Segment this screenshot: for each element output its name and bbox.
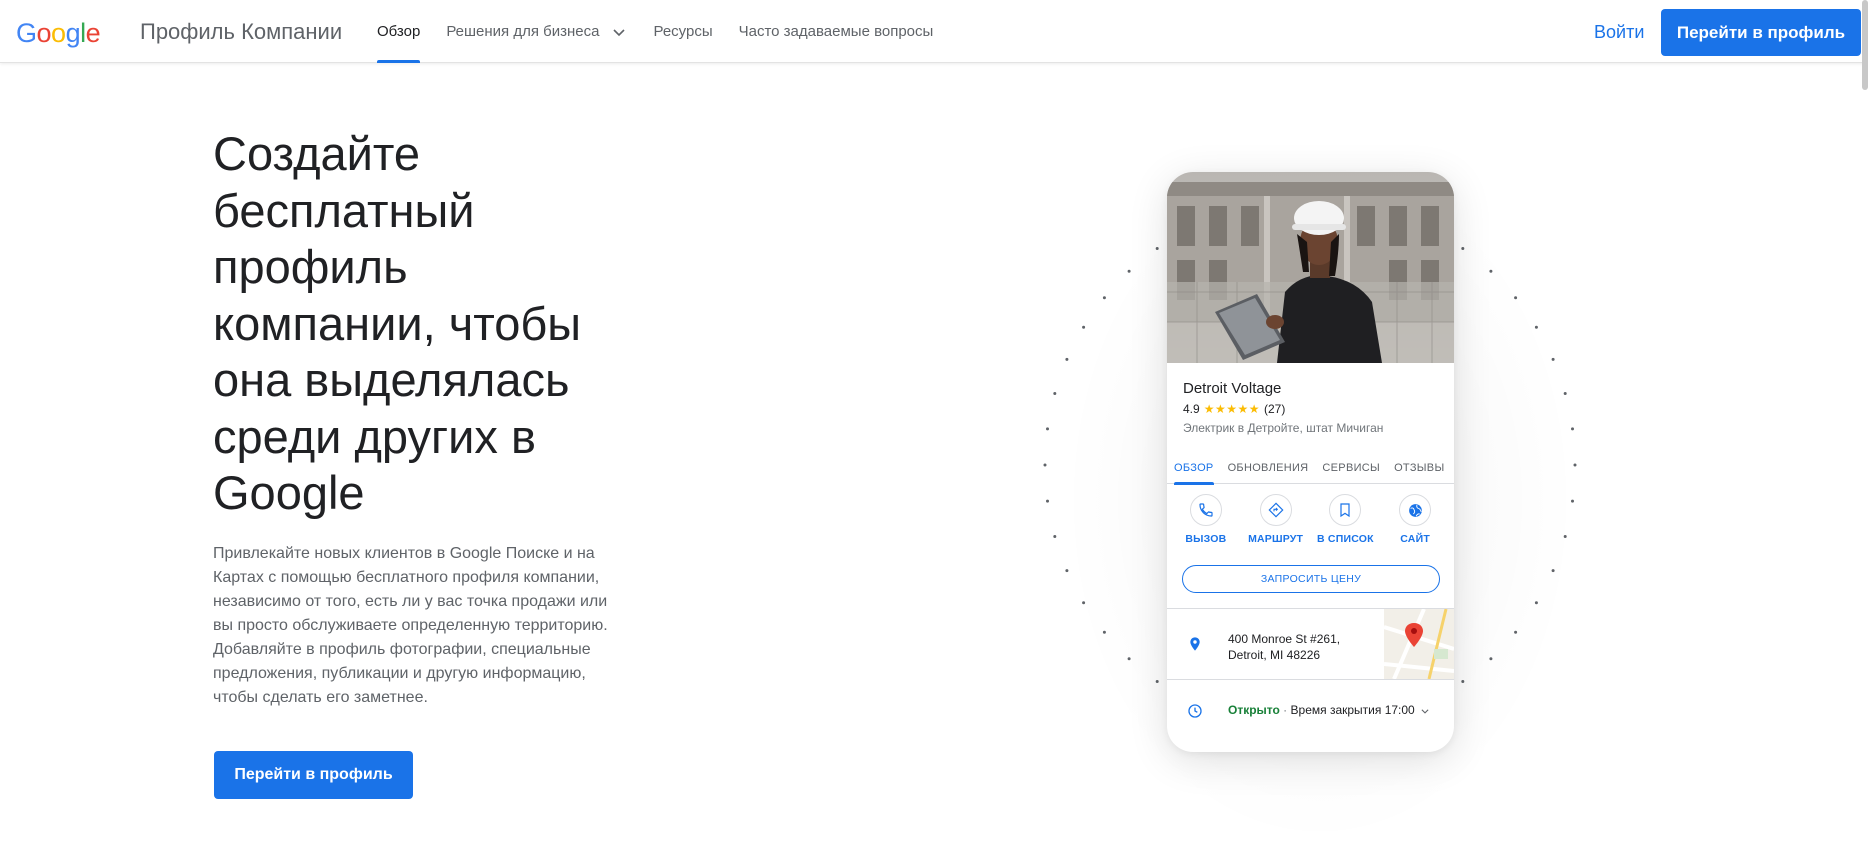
rating-row: 4.9 ★★★★★ (27) <box>1183 402 1285 416</box>
save-action-label: В СПИСОК <box>1317 533 1374 545</box>
directions-action-label: МАРШРУТ <box>1248 533 1304 545</box>
logo-letter: o <box>51 18 66 48</box>
globe-icon <box>1408 503 1422 517</box>
decor-dot <box>1461 680 1465 683</box>
hours-text: Открыто · Время закрытия 17:00 <box>1228 703 1430 717</box>
hero-description: Привлекайте новых клиентов в Google Поис… <box>213 545 608 706</box>
decor-dot <box>1461 247 1465 250</box>
decor-dot <box>1551 569 1555 573</box>
nav-overview-label: Обзор <box>377 23 421 40</box>
decor-dot <box>1053 535 1057 538</box>
action-buttons: ВЫЗОВ МАРШРУТ В СПИСОК САЙТ <box>1167 494 1454 545</box>
profile-tabs: ОБЗОР ОБНОВЛЕНИЯ СЕРВИСЫ ОТЗЫВЫ ФО <box>1167 452 1455 485</box>
chevron-down-icon <box>1421 709 1429 714</box>
decor-dot <box>1046 499 1049 503</box>
tab-updates[interactable]: ОБНОВЛЕНИЯ <box>1221 452 1316 484</box>
decor-dot <box>1102 630 1106 634</box>
decor-dot <box>1155 680 1159 683</box>
decor-dot <box>1514 296 1518 300</box>
go-to-profile-button-header[interactable]: Перейти в профиль <box>1661 9 1861 56</box>
action-circle <box>1329 494 1362 526</box>
business-photo <box>1167 172 1454 363</box>
address-text: 400 Monroe St #261, Detroit, MI 48226 <box>1228 631 1340 663</box>
address-row[interactable]: 400 Monroe St #261, Detroit, MI 48226 <box>1167 609 1454 679</box>
clock-icon <box>1188 704 1202 718</box>
nav-faq[interactable]: Часто задаваемые вопросы <box>739 0 934 63</box>
decor-dot <box>1082 325 1086 329</box>
decor-dot <box>1082 601 1086 605</box>
decor-dot <box>1127 269 1131 273</box>
decor-dot <box>1065 569 1069 573</box>
star-rating-icon: ★★★★★ <box>1203 402 1260 416</box>
decor-dot <box>1534 325 1538 329</box>
decor-dot <box>1563 535 1567 538</box>
action-circle <box>1259 494 1292 526</box>
decor-dot <box>1065 357 1069 361</box>
google-logo[interactable]: Google <box>16 18 101 49</box>
main-nav: Обзор Решения для бизнеса Ресурсы Часто … <box>377 0 959 63</box>
decor-dot <box>1489 269 1493 273</box>
map-thumbnail[interactable] <box>1384 609 1454 679</box>
logo-letter: G <box>16 18 37 48</box>
decor-dot <box>1489 657 1493 661</box>
decor-dot <box>1551 357 1555 361</box>
decor-dot <box>1046 427 1049 431</box>
address-line-1: 400 Monroe St #261, <box>1228 632 1341 646</box>
directions-action[interactable]: МАРШРУТ <box>1242 494 1310 545</box>
top-header: Google Профиль Компании Обзор Решения дл… <box>0 0 1868 63</box>
address-line-2: Detroit, MI 48226 <box>1228 648 1321 662</box>
decor-dot <box>1155 247 1159 250</box>
bookmark-icon <box>1340 503 1350 518</box>
open-status: Открыто <box>1228 703 1280 717</box>
product-name: Профиль Компании <box>140 19 343 44</box>
phone-icon <box>1199 503 1213 517</box>
tab-overview[interactable]: ОБЗОР <box>1167 452 1221 485</box>
business-name: Detroit Voltage <box>1183 380 1282 397</box>
tab-photos[interactable]: ФО <box>1452 452 1455 484</box>
nav-resources-label: Ресурсы <box>653 23 713 40</box>
decor-dot <box>1571 499 1574 503</box>
page-scrollbar[interactable] <box>1862 0 1868 90</box>
nav-resources[interactable]: Ресурсы <box>653 0 712 63</box>
hours-separator: · <box>1279 703 1291 717</box>
save-action[interactable]: В СПИСОК <box>1311 494 1379 545</box>
nav-faq-label: Часто задаваемые вопросы <box>738 23 934 40</box>
decor-dot <box>1102 296 1106 300</box>
tab-services[interactable]: СЕРВИСЫ <box>1315 452 1387 484</box>
go-to-profile-button[interactable]: Перейти в профиль <box>214 751 413 799</box>
decor-dot <box>1514 630 1518 634</box>
website-action[interactable]: САЙТ <box>1381 494 1449 545</box>
call-action-label: ВЫЗОВ <box>1185 533 1227 545</box>
hero-title: Создайте бесплатный профиль компании, чт… <box>213 127 582 519</box>
phone-mockup: Detroit Voltage 4.9 ★★★★★ (27) Электрик … <box>1167 172 1454 752</box>
rating-count: (27) <box>1263 402 1286 416</box>
decor-dot <box>1573 463 1577 467</box>
decor-dot <box>1571 427 1574 431</box>
logo-letter: e <box>85 18 101 48</box>
hours-row[interactable]: Открыто · Время закрытия 17:00 <box>1167 680 1454 744</box>
logo-letter: g <box>65 18 81 48</box>
rating-value: 4.9 <box>1183 402 1200 416</box>
nav-business-solutions-label: Решения для бизнеса <box>446 23 600 40</box>
request-quote-button[interactable]: ЗАПРОСИТЬ ЦЕНУ <box>1182 565 1440 593</box>
decor-dot <box>1127 657 1131 661</box>
business-category: Электрик в Детройте, штат Мичиган <box>1183 421 1384 435</box>
action-circle <box>1189 494 1222 526</box>
call-action[interactable]: ВЫЗОВ <box>1172 494 1240 545</box>
decor-dot <box>1053 392 1057 395</box>
location-pin-icon <box>1190 637 1200 651</box>
decor-dot <box>1534 601 1538 605</box>
chevron-down-icon <box>613 28 626 36</box>
nav-business-solutions[interactable]: Решения для бизнеса <box>446 0 627 63</box>
decor-dot <box>1043 463 1047 467</box>
tab-reviews[interactable]: ОТЗЫВЫ <box>1387 452 1451 484</box>
nav-overview[interactable]: Обзор <box>377 0 421 63</box>
logo-letter: o <box>36 18 52 48</box>
closing-time: Время закрытия 17:00 <box>1290 703 1415 717</box>
action-circle <box>1399 494 1432 526</box>
decor-dot <box>1563 392 1567 395</box>
website-action-label: САЙТ <box>1400 533 1430 545</box>
login-link[interactable]: Войти <box>1594 22 1644 43</box>
directions-icon <box>1268 502 1284 518</box>
